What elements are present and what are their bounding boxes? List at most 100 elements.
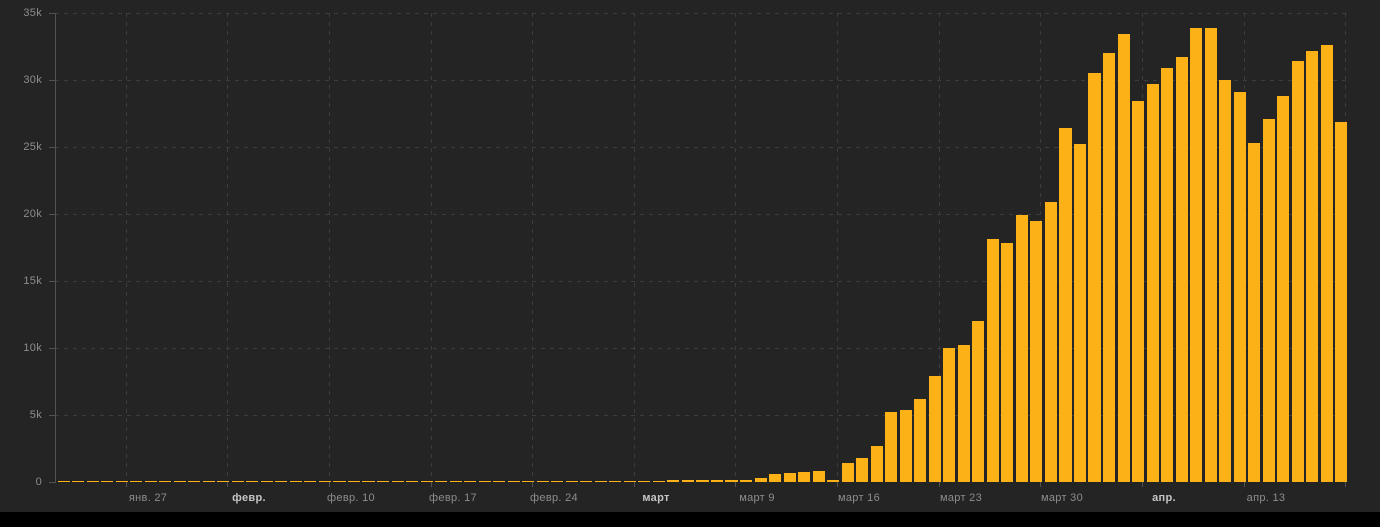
x-tick-mark [126,482,127,487]
bar[interactable] [392,481,404,482]
bar[interactable] [667,480,679,482]
bar[interactable] [958,345,970,482]
y-tick-label: 5k [0,409,42,421]
bar[interactable] [101,481,113,482]
bar[interactable] [232,481,244,482]
bar[interactable] [885,412,897,482]
bar[interactable] [1132,101,1144,482]
y-tick-label: 35k [0,7,42,19]
bar[interactable] [1118,34,1130,482]
bar[interactable] [580,481,592,482]
bar[interactable] [1292,61,1304,482]
bar[interactable] [1176,57,1188,482]
bar[interactable] [261,481,273,482]
bar[interactable] [972,321,984,482]
daily-cases-bar-chart: 05k10k15k20k25k30k35kянв. 27февр.февр. 1… [0,0,1380,527]
bar[interactable] [914,399,926,482]
bar[interactable] [784,473,796,482]
bar[interactable] [87,481,99,482]
bar[interactable] [929,376,941,482]
bar[interactable] [1016,215,1028,482]
bar[interactable] [1219,80,1231,482]
bar[interactable] [217,481,229,482]
bar[interactable] [58,481,70,482]
bar[interactable] [769,474,781,482]
bar[interactable] [1030,221,1042,482]
bar[interactable] [1045,202,1057,482]
x-tick-label: март [642,492,669,504]
bar[interactable] [1059,128,1071,482]
bar[interactable] [145,481,157,482]
gridline-vertical [431,13,432,482]
bar[interactable] [755,478,767,482]
bar[interactable] [246,481,258,482]
bar[interactable] [72,481,84,482]
x-tick-label: апр. 13 [1247,492,1286,504]
bar[interactable] [653,481,665,482]
bar[interactable] [1234,92,1246,482]
bar[interactable] [842,463,854,482]
bar[interactable] [682,480,694,482]
bar[interactable] [333,481,345,482]
bar[interactable] [1306,51,1318,482]
bar[interactable] [900,410,912,482]
bar[interactable] [609,481,621,482]
bar[interactable] [1001,243,1013,482]
bar[interactable] [566,481,578,482]
bar[interactable] [130,481,142,482]
bar[interactable] [421,481,433,482]
bar[interactable] [450,481,462,482]
bar[interactable] [203,481,215,482]
bar[interactable] [377,481,389,482]
bar[interactable] [464,481,476,482]
bar[interactable] [290,481,302,482]
bar[interactable] [174,481,186,482]
bar[interactable] [696,480,708,482]
bar[interactable] [304,481,316,482]
bar[interactable] [1321,45,1333,482]
bar[interactable] [711,480,723,482]
bar[interactable] [348,481,360,482]
bar[interactable] [537,481,549,482]
bar[interactable] [522,481,534,482]
bar[interactable] [508,481,520,482]
bar[interactable] [116,481,128,482]
bar[interactable] [624,481,636,482]
x-tick-mark [939,482,940,487]
bar[interactable] [551,481,563,482]
bar[interactable] [827,480,839,482]
bar[interactable] [1263,119,1275,482]
bar[interactable] [595,481,607,482]
bar[interactable] [362,481,374,482]
bar[interactable] [1248,143,1260,482]
bar[interactable] [406,481,418,482]
bar[interactable] [943,348,955,482]
bar[interactable] [1161,68,1173,482]
bar[interactable] [493,481,505,482]
x-tick-mark [1040,482,1041,487]
bar[interactable] [638,481,650,482]
bar[interactable] [1335,122,1347,482]
bar[interactable] [159,481,171,482]
bar[interactable] [1074,144,1086,482]
bar[interactable] [798,472,810,482]
bar[interactable] [479,481,491,482]
bar[interactable] [1190,28,1202,482]
bar[interactable] [1088,73,1100,482]
bar[interactable] [275,481,287,482]
bar[interactable] [1205,28,1217,482]
bar[interactable] [1277,96,1289,482]
bar[interactable] [987,239,999,482]
bar[interactable] [740,480,752,482]
bar[interactable] [435,481,447,482]
bar[interactable] [813,471,825,482]
y-tick-label: 0 [0,476,42,488]
bar[interactable] [856,458,868,482]
gridline-vertical [837,13,838,482]
bar[interactable] [188,481,200,482]
bar[interactable] [871,446,883,482]
bar[interactable] [1147,84,1159,482]
bar[interactable] [319,481,331,482]
bar[interactable] [725,480,737,482]
bar[interactable] [1103,53,1115,482]
